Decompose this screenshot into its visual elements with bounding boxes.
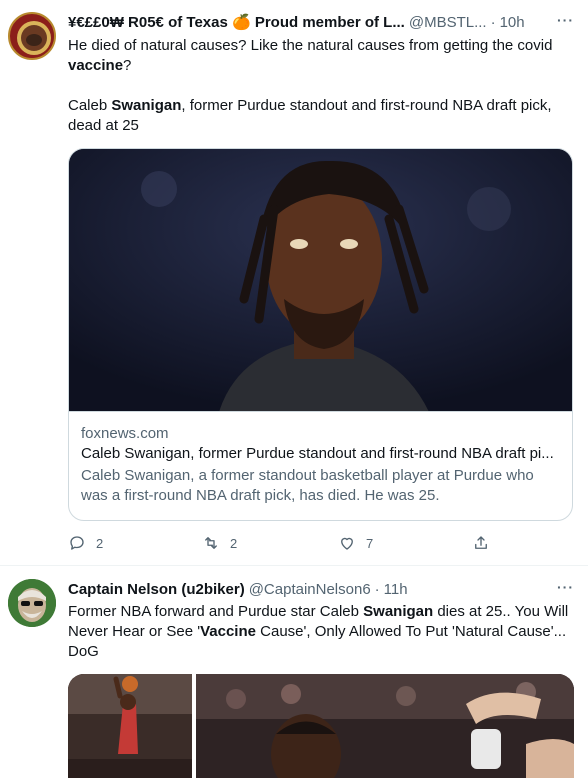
- separator-dot: ·: [490, 13, 496, 31]
- crowd-highfive-photo: [196, 674, 574, 778]
- tweet-text-line: ?: [123, 57, 132, 74]
- heart-icon: [341, 537, 353, 550]
- tweet[interactable]: Captain Nelson (u2biker) @CaptainNelson6…: [0, 567, 588, 778]
- link-card-title: Caleb Swanigan, former Purdue standout a…: [81, 445, 554, 462]
- tweet-text-bold: Swanigan: [363, 603, 434, 620]
- share-button[interactable]: [472, 533, 490, 553]
- reply-icon: [70, 536, 84, 550]
- avatar[interactable]: [8, 12, 56, 60]
- avatar-photo: [8, 579, 56, 627]
- share-icon: [475, 536, 487, 549]
- tweet-text: Former NBA forward and Purdue star Caleb…: [68, 602, 576, 662]
- tweet-media-image[interactable]: [68, 674, 192, 778]
- retweet-button[interactable]: 2: [202, 533, 237, 553]
- headline-bold: Swanigan: [111, 97, 182, 114]
- basketball-action-photo: [68, 674, 192, 778]
- retweet-count: 2: [230, 535, 238, 551]
- tweet-actions: 2 2 7: [68, 533, 498, 553]
- avatar-seal-image: [12, 16, 54, 58]
- display-name[interactable]: Captain Nelson (u2biker): [68, 581, 245, 598]
- tweet-text: He died of natural causes? Like the natu…: [68, 36, 576, 76]
- like-button[interactable]: 7: [338, 533, 373, 553]
- timestamp[interactable]: 11h: [384, 581, 408, 598]
- player-photo: [69, 149, 572, 411]
- more-options-icon[interactable]: ···: [557, 579, 574, 595]
- retweet-icon: [205, 537, 217, 549]
- tweet-media-image[interactable]: [196, 674, 574, 778]
- timestamp[interactable]: 10h: [500, 14, 525, 31]
- avatar[interactable]: [8, 579, 56, 627]
- link-card-domain: foxnews.com: [81, 425, 169, 442]
- like-count: 7: [366, 535, 374, 551]
- user-handle[interactable]: @CaptainNelson6: [249, 581, 371, 598]
- tweet-header: ¥€££0₩ R05€ of Texas 🍊 Proud member of L…: [68, 12, 525, 32]
- tweet-text-bold: Vaccine: [200, 623, 256, 640]
- tweet-text-bold: vaccine: [68, 57, 124, 74]
- reply-button[interactable]: 2: [68, 533, 103, 553]
- display-name[interactable]: ¥€££0₩ R05€ of Texas 🍊 Proud member of L…: [68, 13, 405, 31]
- user-handle[interactable]: @MBSTL...: [409, 14, 487, 31]
- more-options-icon[interactable]: ···: [557, 12, 574, 28]
- separator-dot: ·: [374, 580, 380, 598]
- tweet[interactable]: ¥€££0₩ R05€ of Texas 🍊 Proud member of L…: [0, 0, 588, 566]
- tweet-headline: Caleb Swanigan, former Purdue standout a…: [68, 96, 576, 136]
- tweet-text-segment: Former NBA forward and Purdue star Caleb: [68, 603, 364, 620]
- link-card-description: Caleb Swanigan, a former standout basket…: [81, 467, 534, 504]
- link-card[interactable]: foxnews.com Caleb Swanigan, former Purdu…: [68, 148, 573, 521]
- link-card-image[interactable]: [69, 149, 572, 412]
- link-card-meta: foxnews.com Caleb Swanigan, former Purdu…: [81, 424, 561, 506]
- reply-count: 2: [96, 535, 104, 551]
- tweet-text-line: He died of natural causes? Like the natu…: [68, 37, 553, 54]
- headline-text: Caleb: [68, 97, 112, 114]
- tweet-header: Captain Nelson (u2biker) @CaptainNelson6…: [68, 579, 408, 599]
